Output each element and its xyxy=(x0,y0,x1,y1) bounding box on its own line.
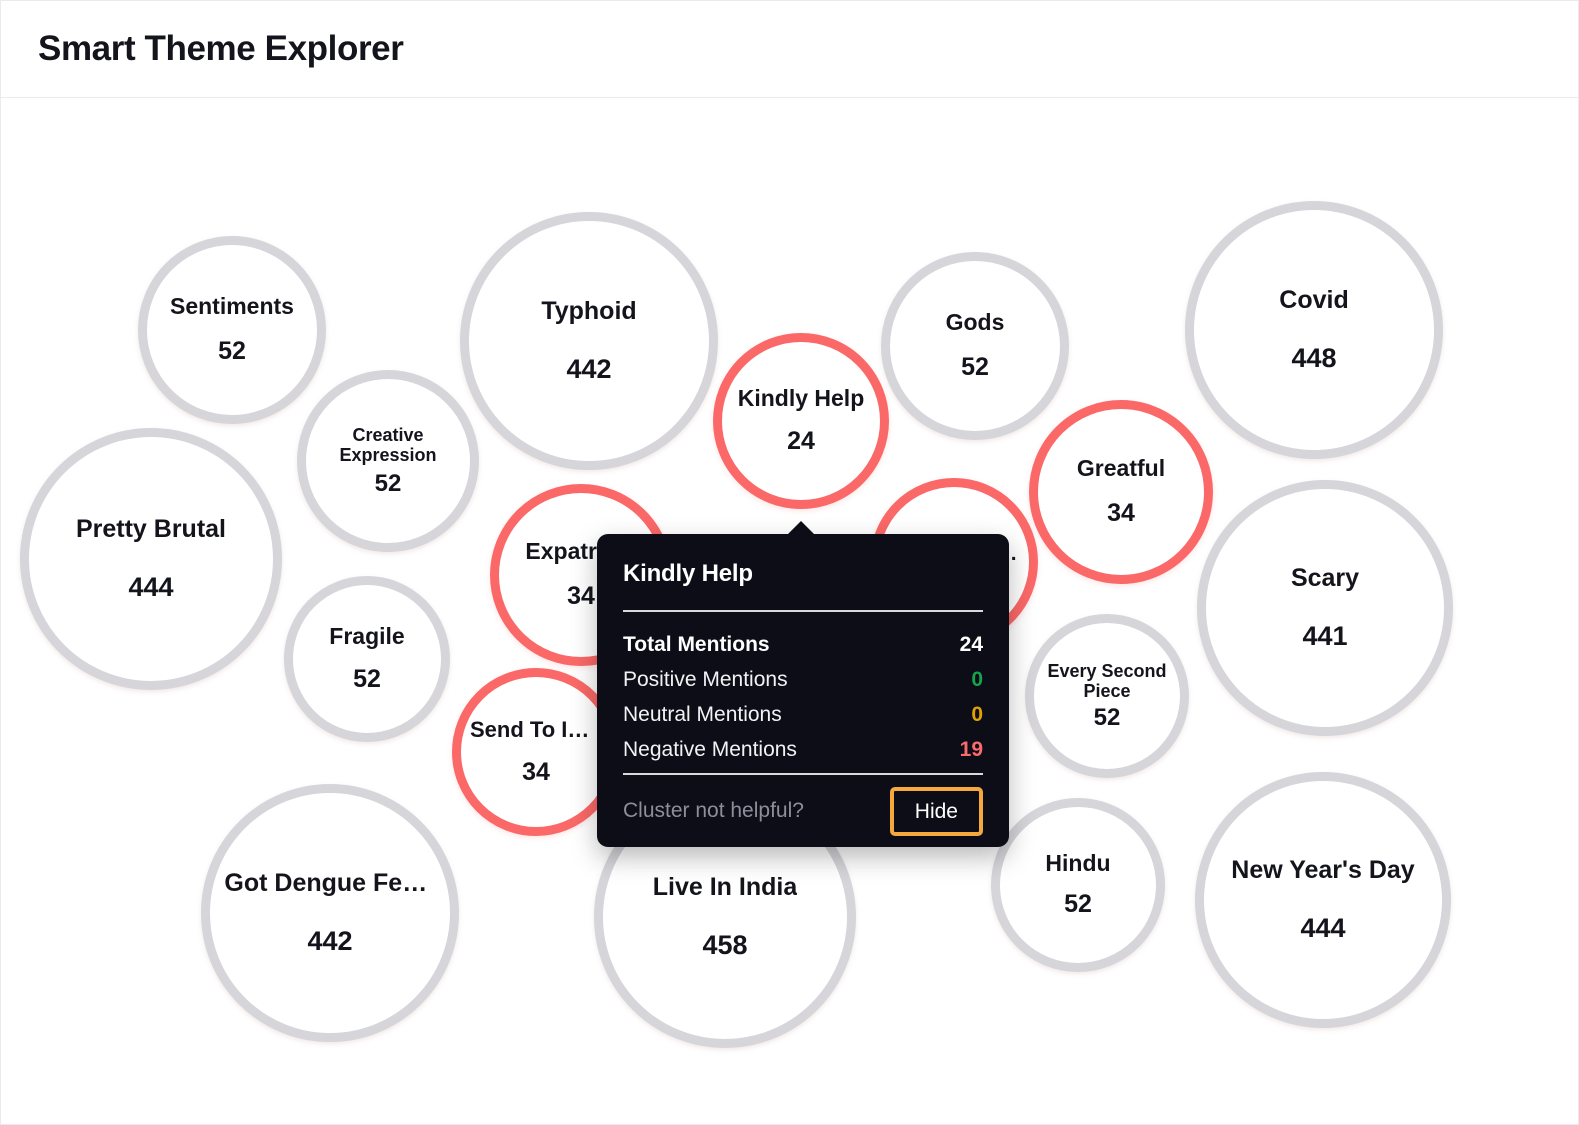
theme-bubble-label: Sentiments xyxy=(170,294,294,320)
theme-bubble-value: 444 xyxy=(128,572,174,603)
theme-bubble-label: New Year's Day xyxy=(1231,856,1415,885)
theme-bubble[interactable]: Every Second Piece 52 xyxy=(1025,614,1189,778)
theme-bubble-value: 442 xyxy=(307,926,353,957)
theme-bubble[interactable]: Hindu 52 xyxy=(991,798,1165,972)
theme-bubble-value: 34 xyxy=(1107,499,1135,528)
theme-bubble-label: Typhoid xyxy=(541,297,637,326)
theme-bubble[interactable]: Typhoid 442 xyxy=(460,212,718,470)
theme-bubble-label: Kindly Help xyxy=(737,386,865,412)
app-header: Smart Theme Explorer xyxy=(1,1,1578,98)
theme-bubble[interactable]: Creative Expression 52 xyxy=(297,370,479,552)
theme-bubble[interactable]: Gods 52 xyxy=(881,252,1069,440)
theme-bubble-value: 441 xyxy=(1302,621,1348,652)
theme-bubble-value: 34 xyxy=(567,582,595,611)
theme-bubble-label: Hindu xyxy=(1045,851,1111,877)
theme-bubble-value: 52 xyxy=(961,353,989,382)
theme-bubble[interactable]: New Year's Day 444 xyxy=(1195,772,1451,1028)
tooltip-row-neutral-mentions: Neutral Mentions 0 xyxy=(623,703,983,727)
tooltip-row-positive-mentions: Positive Mentions 0 xyxy=(623,668,983,692)
theme-bubble[interactable]: Kindly Help 24 xyxy=(713,333,889,509)
hide-cluster-button[interactable]: Hide xyxy=(889,786,983,836)
tooltip-title: Kindly Help xyxy=(623,560,753,587)
tooltip-row-label: Positive Mentions xyxy=(623,668,788,691)
theme-bubble[interactable]: Covid 448 xyxy=(1185,201,1443,459)
theme-bubble[interactable]: Scary 441 xyxy=(1197,480,1453,736)
page-title: Smart Theme Explorer xyxy=(38,29,404,68)
theme-bubble-label: Gods xyxy=(945,310,1005,336)
theme-bubble[interactable]: Got Dengue Fever 442 xyxy=(201,784,459,1042)
tooltip-row-value: 0 xyxy=(971,668,983,691)
tooltip-row-value: 0 xyxy=(971,703,983,726)
theme-bubble-value: 24 xyxy=(787,427,815,456)
theme-bubble[interactable]: Sentiments 52 xyxy=(138,236,326,424)
theme-bubble[interactable]: Greatful 34 xyxy=(1029,400,1213,584)
theme-bubble-value: 52 xyxy=(218,337,246,366)
theme-bubble-value: 34 xyxy=(522,757,550,786)
theme-bubble-value: 52 xyxy=(353,665,381,694)
tooltip-row-value: 19 xyxy=(959,738,983,761)
theme-bubble[interactable]: Send To India 34 xyxy=(452,668,620,836)
theme-bubble-value: 52 xyxy=(1093,703,1121,731)
tooltip-arrow-icon xyxy=(787,521,815,535)
theme-bubble-label: Greatful xyxy=(1076,456,1166,482)
tooltip-footer: Cluster not helpful? Hide xyxy=(623,775,983,847)
theme-bubble-label: Pretty Brutal xyxy=(75,515,227,544)
theme-bubble-label: Creative Expression xyxy=(339,424,437,465)
cluster-feedback-label: Cluster not helpful? xyxy=(623,799,804,822)
tooltip-row-total-mentions: Total Mentions 24 xyxy=(623,633,983,657)
theme-bubble-label: Send To India xyxy=(470,717,602,742)
theme-bubble-label: Scary xyxy=(1290,564,1360,593)
theme-bubble-label: Live In India xyxy=(652,873,798,902)
theme-bubble[interactable]: Pretty Brutal 444 xyxy=(20,428,282,690)
theme-bubble-value: 52 xyxy=(1064,890,1092,919)
theme-bubble-value: 458 xyxy=(702,930,748,961)
tooltip-row-negative-mentions: Negative Mentions 19 xyxy=(623,738,983,762)
tooltip-row-label: Total Mentions xyxy=(623,633,770,656)
theme-bubble[interactable]: Fragile 52 xyxy=(284,576,450,742)
tooltip-row-value: 24 xyxy=(959,633,983,656)
smart-theme-explorer-app: Smart Theme Explorer Sentiments 52 Typhoid… xyxy=(0,0,1579,1125)
theme-bubble-value: 52 xyxy=(374,469,402,497)
theme-bubble-label: Covid xyxy=(1279,286,1349,315)
cluster-tooltip: Kindly Help Total Mentions 24 Positive M… xyxy=(597,521,1009,847)
theme-bubble-label: Fragile xyxy=(329,624,405,650)
tooltip-divider-top xyxy=(623,610,983,612)
theme-bubble-label: Every Second Piece xyxy=(1047,660,1167,701)
theme-bubble-value: 442 xyxy=(566,354,612,385)
theme-bubble-label: Got Dengue Fever xyxy=(224,869,436,898)
theme-bubble-value: 444 xyxy=(1300,913,1346,944)
tooltip-row-label: Neutral Mentions xyxy=(623,703,782,726)
theme-bubble-value: 448 xyxy=(1291,343,1337,374)
tooltip-row-label: Negative Mentions xyxy=(623,738,797,761)
